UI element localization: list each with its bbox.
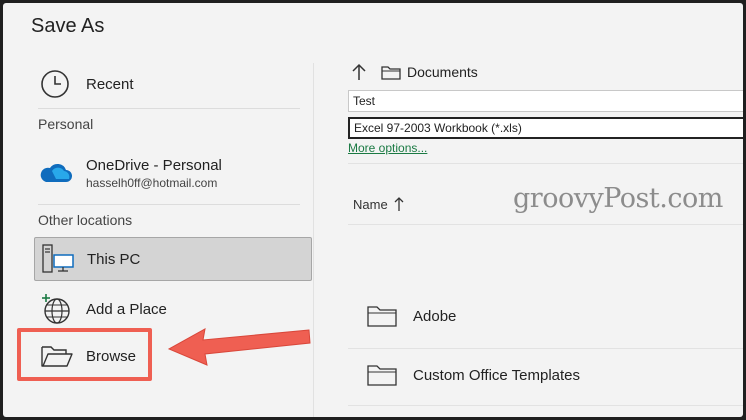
onedrive-cloud-icon	[40, 163, 72, 182]
divider	[348, 405, 743, 406]
file-list-item[interactable]: Custom Office Templates	[367, 364, 580, 386]
browse-highlight-box	[17, 328, 152, 381]
callout-arrow	[167, 328, 311, 366]
divider	[348, 348, 743, 349]
onedrive-name: OneDrive - Personal	[86, 156, 222, 174]
divider	[38, 108, 300, 109]
save-as-dialog: Save As Recent Personal OneDrive - Perso…	[3, 3, 743, 417]
save-location-pane: Documents Test Excel 97-2003 Workbook (*…	[343, 3, 743, 417]
this-pc-item[interactable]: This PC	[34, 237, 312, 281]
other-locations-header: Other locations	[38, 212, 133, 228]
divider	[348, 224, 743, 225]
folder-icon	[367, 306, 397, 327]
name-column-header[interactable]: Name	[353, 196, 405, 212]
onedrive-item[interactable]: OneDrive - Personal hasselh0ff@hotmail.c…	[34, 151, 300, 195]
watermark: groovyPost.com	[513, 183, 723, 214]
pane-divider	[313, 63, 314, 417]
up-arrow-icon[interactable]	[351, 63, 367, 81]
file-list-item[interactable]: Adobe	[367, 305, 456, 327]
computer-icon	[42, 244, 74, 273]
path-bar: Documents	[351, 63, 478, 81]
folder-icon	[367, 365, 397, 386]
current-folder-label[interactable]: Documents	[407, 64, 478, 80]
more-options-link[interactable]: More options...	[348, 141, 427, 155]
add-a-place-label: Add a Place	[86, 300, 167, 318]
file-name: Custom Office Templates	[413, 366, 581, 384]
divider	[38, 204, 300, 205]
name-column-label: Name	[353, 196, 388, 212]
divider	[348, 163, 743, 164]
recent-item[interactable]: Recent	[34, 61, 300, 107]
clock-icon	[41, 70, 69, 98]
recent-label: Recent	[86, 75, 134, 93]
personal-header: Personal	[38, 116, 94, 132]
file-name: Adobe	[413, 307, 457, 325]
onedrive-email: hasselh0ff@hotmail.com	[86, 175, 218, 190]
file-name-input[interactable]: Test	[348, 90, 743, 112]
folder-icon	[381, 65, 401, 80]
globe-add-icon	[42, 294, 70, 324]
file-type-select[interactable]: Excel 97-2003 Workbook (*.xls)	[348, 117, 743, 139]
sort-ascending-icon	[394, 197, 404, 211]
this-pc-label: This PC	[87, 250, 141, 268]
